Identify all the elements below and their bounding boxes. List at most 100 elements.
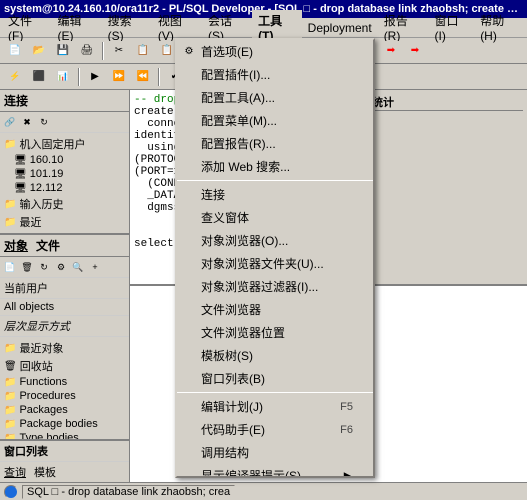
- obj-new-btn[interactable]: 📄: [2, 259, 18, 275]
- menu-item-config-reports[interactable]: 配置报告(R)...: [177, 132, 373, 155]
- stats-header: 统计: [372, 94, 523, 111]
- status-bar: SQL □ - drop database link zhaobsh; crea: [0, 482, 527, 500]
- explain-shortcut: F5: [340, 401, 353, 413]
- connection-tree: 📁 机入固定用户 🖥 160.10 🖥 101.19 🖥 12.112 📁 输入…: [0, 133, 129, 233]
- menu-item-preferences[interactable]: ⚙ 首选项(E): [177, 40, 373, 63]
- menu-item-code-assist[interactable]: 代码助手(E) F6: [177, 418, 373, 441]
- toolbar-new[interactable]: 📄: [4, 41, 26, 61]
- form-icon: [181, 210, 197, 226]
- conn-remove-btn[interactable]: ✖: [19, 114, 35, 130]
- window-tab-query[interactable]: 查询: [4, 464, 26, 480]
- menu-window[interactable]: 窗口(I): [428, 10, 474, 45]
- func-icon: 📁: [4, 377, 16, 388]
- folder-icon4: 📁: [4, 343, 16, 354]
- toolbar-arrow3[interactable]: ➡: [404, 41, 426, 61]
- menu-item-web-search[interactable]: 添加 Web 搜索...: [177, 155, 373, 178]
- tree-package-bodies[interactable]: 📁 Package bodies: [2, 417, 127, 431]
- tree-fixed-users[interactable]: 📁 机入固定用户: [2, 135, 127, 153]
- menu-item-call-structure[interactable]: 调用结构: [177, 441, 373, 464]
- stats-panel: 统计: [367, 90, 527, 284]
- status-db-icon: [4, 485, 18, 499]
- server-icon2: 🖥: [14, 169, 27, 180]
- menu-item-window-list[interactable]: 窗口列表(B): [177, 367, 373, 390]
- toolbar2-step[interactable]: ⏩: [108, 67, 130, 87]
- windowlist-icon: [181, 371, 197, 387]
- toolbar-open[interactable]: 📂: [28, 41, 50, 61]
- menu-item-file-browser[interactable]: 文件浏览器: [177, 298, 373, 321]
- schema-label: 当前用户: [0, 278, 129, 299]
- explain-icon: [181, 399, 197, 415]
- objfilter-icon: [181, 279, 197, 295]
- toolbar2-execute[interactable]: ⚡: [4, 67, 26, 87]
- objfolder-icon: [181, 256, 197, 272]
- toolbar-save[interactable]: 💾: [52, 41, 74, 61]
- status-db-text: SQL □ - drop database link zhaobsh; crea: [22, 485, 235, 499]
- window-tab-template[interactable]: 模板: [34, 464, 56, 480]
- toolbar-print[interactable]: 🖨: [76, 41, 98, 61]
- tree-functions[interactable]: 📁 Functions: [2, 375, 127, 389]
- toolbar2-debug[interactable]: ▶: [84, 67, 106, 87]
- menu-help[interactable]: 帮助(H): [474, 10, 525, 45]
- toolbar-copy[interactable]: 📋: [132, 41, 154, 61]
- toolbar2-back[interactable]: ⏪: [132, 67, 154, 87]
- menu-item-define-form[interactable]: 查义窗体: [177, 206, 373, 229]
- toolbar2-sep2: [158, 68, 160, 86]
- recycle-icon: 🗑: [4, 361, 17, 372]
- tools-dropdown-menu[interactable]: ⚙ 首选项(E) 配置插件(I)... 配置工具(A)... 配置菜单(M)..…: [175, 38, 375, 478]
- objects-toolbar: 📄 🗑 ↻ ⚙ 🔍 +: [0, 257, 129, 278]
- tab-objects[interactable]: 对象: [4, 237, 28, 254]
- toolbar-arrow2[interactable]: ➡: [380, 41, 402, 61]
- menu-item-connect[interactable]: 连接: [177, 183, 373, 206]
- tree-160-10[interactable]: 🖥 160.10: [2, 153, 127, 167]
- objects-header: 对象 文件: [0, 233, 129, 257]
- conn-refresh-btn[interactable]: ↻: [36, 114, 52, 130]
- tree-12-112[interactable]: 🖥 12.112: [2, 181, 127, 195]
- toolbar2-sep1: [78, 68, 80, 86]
- filebrowser-icon: [181, 302, 197, 318]
- proc-icon: 📁: [4, 391, 16, 402]
- menu-item-explain-plan[interactable]: 编辑计划(J) F5: [177, 395, 373, 418]
- server-icon3: 🖥: [14, 183, 27, 194]
- codeassist-icon: [181, 422, 197, 438]
- tab-files[interactable]: 文件: [36, 237, 60, 254]
- menu-item-obj-browser[interactable]: 对象浏览器(O)...: [177, 229, 373, 252]
- toolbar2-explain[interactable]: 📊: [52, 67, 74, 87]
- codeassist-shortcut: F6: [340, 424, 353, 436]
- window-list-tabs: 查询 模板: [0, 462, 129, 482]
- menu-item-template-tree[interactable]: 模板树(S): [177, 344, 373, 367]
- menu-sep1: [177, 180, 373, 181]
- window-list-header: 窗口列表: [0, 439, 129, 462]
- history-icon: 📁: [4, 199, 16, 210]
- obj-delete-btn[interactable]: 🗑: [19, 259, 35, 275]
- toolbar-sep1: [102, 42, 104, 60]
- recent-icon: 📁: [4, 217, 16, 228]
- left-panel: 连接 🔗 ✖ ↻ 📁 机入固定用户 🖥 160.10 🖥 101.19 🖥 12…: [0, 90, 130, 482]
- tree-type-bodies[interactable]: 📁 Type bodies: [2, 431, 127, 439]
- tree-packages[interactable]: 📁 Packages: [2, 403, 127, 417]
- folder-icon: 📁: [4, 139, 16, 150]
- tree-input-history[interactable]: 📁 输入历史: [2, 195, 127, 213]
- fileloc-icon: [181, 325, 197, 341]
- menu-item-obj-browser-folder[interactable]: 对象浏览器文件夹(U)...: [177, 252, 373, 275]
- obj-search-btn[interactable]: 🔍: [70, 259, 86, 275]
- menu-icon2: [181, 113, 197, 129]
- tree-recent-objects[interactable]: 📁 最近对象: [2, 339, 127, 357]
- tree-101-19[interactable]: 🖥 101.19: [2, 167, 127, 181]
- menu-item-config-menu[interactable]: 配置菜单(M)...: [177, 109, 373, 132]
- obj-refresh-btn[interactable]: ↻: [36, 259, 52, 275]
- object-tree: 📁 最近对象 🗑 回收站 📁 Functions 📁 Procedures 📁 …: [0, 337, 129, 439]
- conn-add-btn[interactable]: 🔗: [2, 114, 18, 130]
- tree-recycle[interactable]: 🗑 回收站: [2, 357, 127, 375]
- obj-add-btn[interactable]: +: [87, 259, 103, 275]
- menu-item-obj-browser-filter[interactable]: 对象浏览器过滤器(I)...: [177, 275, 373, 298]
- menu-item-config-plugins[interactable]: 配置插件(I)...: [177, 63, 373, 86]
- toolbar-cut[interactable]: ✂: [108, 41, 130, 61]
- menu-deployment[interactable]: Deployment: [302, 19, 378, 37]
- menu-item-compiler-hints[interactable]: 显示编译器提示(S) ▶: [177, 464, 373, 478]
- toolbar2-stop[interactable]: ⬛: [28, 67, 50, 87]
- tree-procedures[interactable]: 📁 Procedures: [2, 389, 127, 403]
- obj-settings-btn[interactable]: ⚙: [53, 259, 69, 275]
- tree-recent[interactable]: 📁 最近: [2, 213, 127, 231]
- menu-item-file-location[interactable]: 文件浏览器位置: [177, 321, 373, 344]
- menu-item-config-tools[interactable]: 配置工具(A)...: [177, 86, 373, 109]
